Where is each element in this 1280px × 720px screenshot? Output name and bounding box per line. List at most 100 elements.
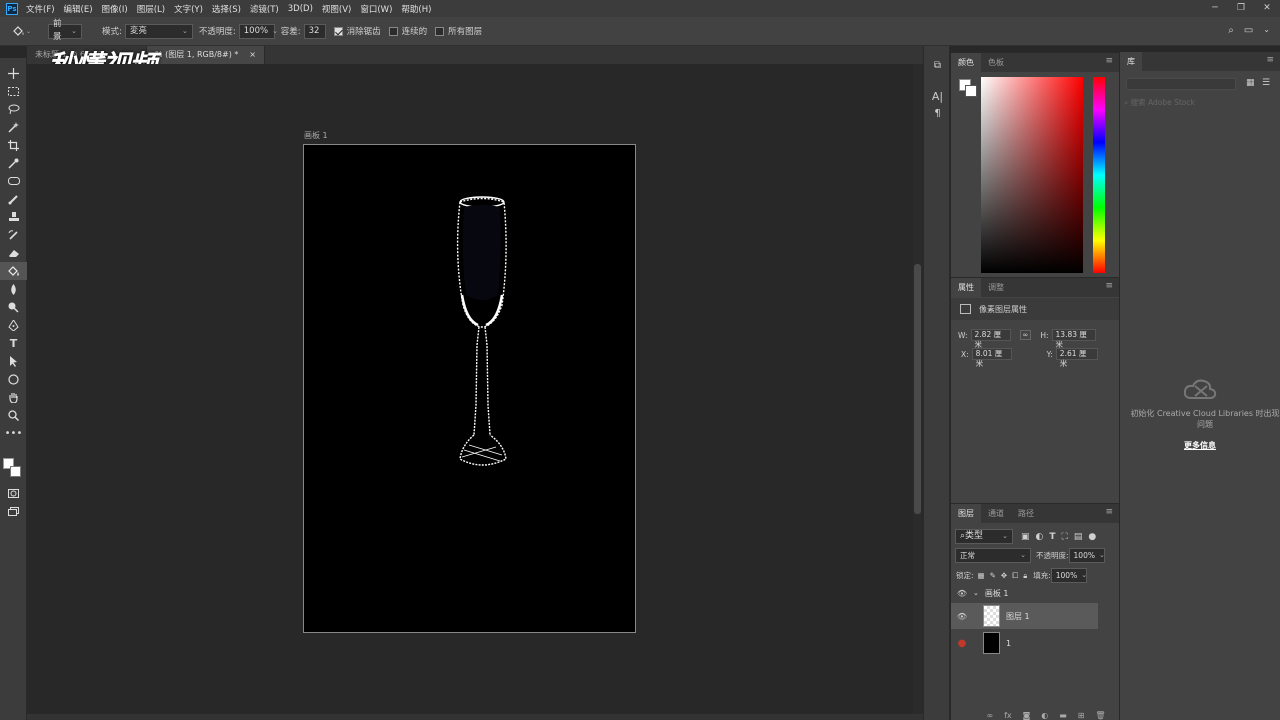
menu-3d[interactable]: 3D(D): [288, 4, 313, 14]
crop-tool-icon[interactable]: [0, 136, 27, 154]
menu-layer[interactable]: 图层(L): [137, 3, 165, 15]
tab-layers[interactable]: 图层: [951, 504, 981, 523]
chevron-down-icon[interactable]: ⌄: [1263, 25, 1270, 36]
screen-mode-icon[interactable]: [0, 502, 27, 520]
layer-row-selected[interactable]: 👁︎ 图层 1: [951, 603, 1108, 629]
lasso-tool-icon[interactable]: [0, 100, 27, 118]
menu-select[interactable]: 选择(S): [212, 3, 241, 15]
move-tool-icon[interactable]: [0, 64, 27, 82]
layer-filter-select[interactable]: ⌕类型 ⌄: [955, 529, 1013, 544]
layer-opacity-input[interactable]: 100% ⌄: [1068, 548, 1105, 563]
lock-position-icon[interactable]: ✥: [1001, 571, 1007, 580]
tab-libraries[interactable]: 库: [1120, 52, 1142, 71]
lock-pixels-icon[interactable]: ✎: [990, 571, 996, 580]
y-input[interactable]: 2.61 厘米: [1055, 348, 1098, 368]
lock-all-icon[interactable]: 🔒︎: [1023, 571, 1027, 581]
tab-color[interactable]: 颜色: [951, 53, 981, 72]
pen-tool-icon[interactable]: [0, 316, 27, 334]
eye-icon-active[interactable]: ●: [955, 638, 969, 649]
layer-row-artboard[interactable]: 👁︎ ⌄ 画板 1: [951, 583, 1108, 603]
tab-swatches[interactable]: 色板: [981, 53, 1011, 72]
paint-bucket-tool-icon[interactable]: [0, 262, 27, 280]
tab-adjustments[interactable]: 调整: [981, 278, 1011, 297]
height-input[interactable]: 13.83 厘米: [1051, 329, 1096, 349]
list-view-icon[interactable]: ☰: [1262, 78, 1270, 88]
panel-menu-icon[interactable]: ≡: [1105, 281, 1113, 291]
fx-icon[interactable]: fx: [1004, 711, 1012, 720]
hue-slider[interactable]: [1093, 77, 1105, 273]
fill-source-select[interactable]: 前景 ⌄: [48, 19, 82, 42]
close-tab-icon[interactable]: ×: [249, 46, 256, 64]
panel-menu-icon[interactable]: ≡: [1105, 507, 1113, 517]
zoom-tool-icon[interactable]: [0, 406, 27, 424]
link-icon[interactable]: ∞: [1019, 330, 1032, 340]
menu-window[interactable]: 窗口(W): [360, 3, 392, 15]
width-input[interactable]: 2.82 厘米: [970, 329, 1011, 349]
all-layers-checkbox[interactable]: [435, 26, 445, 36]
close-button[interactable]: ✕: [1254, 0, 1280, 17]
paragraph-panel-icon[interactable]: ¶: [924, 108, 951, 119]
dodge-tool-icon[interactable]: [0, 298, 27, 316]
eye-icon[interactable]: 👁︎: [955, 612, 969, 621]
tab-properties[interactable]: 属性: [951, 278, 981, 297]
lock-transparent-icon[interactable]: ▦: [978, 571, 985, 580]
eye-icon[interactable]: 👁︎: [955, 589, 969, 598]
clone-stamp-tool-icon[interactable]: [0, 208, 27, 226]
magic-wand-tool-icon[interactable]: [0, 118, 27, 136]
chevron-down-icon[interactable]: ⌄: [973, 589, 979, 597]
link-layers-icon[interactable]: ∞: [986, 711, 993, 720]
fill-input[interactable]: 100% ⌄: [1050, 568, 1087, 583]
grid-view-icon[interactable]: ▦: [1246, 78, 1255, 88]
adjustment-layer-icon[interactable]: ◐: [1041, 711, 1048, 720]
filter-type-icon[interactable]: T: [1049, 532, 1055, 542]
color-field[interactable]: [981, 77, 1083, 273]
filter-toggle-icon[interactable]: ●: [1088, 532, 1096, 542]
tolerance-input[interactable]: 32: [303, 23, 326, 39]
ellipse-tool-icon[interactable]: [0, 370, 27, 388]
more-tools-icon[interactable]: •••: [0, 424, 27, 442]
brush-tool-icon[interactable]: [0, 190, 27, 208]
panel-menu-icon[interactable]: ≡: [1266, 55, 1274, 65]
library-select[interactable]: [1126, 78, 1236, 90]
lock-artboard-icon[interactable]: ⧠: [1012, 571, 1018, 581]
document-tab-active[interactable]: % (图层 1, RGB/8#) * ×: [147, 46, 265, 64]
menu-image[interactable]: 图像(I): [102, 3, 128, 15]
quick-mask-icon[interactable]: [0, 484, 27, 502]
menu-help[interactable]: 帮助(H): [401, 3, 431, 15]
filter-adjustment-icon[interactable]: ◐: [1036, 532, 1044, 542]
blur-tool-icon[interactable]: [0, 280, 27, 298]
tab-paths[interactable]: 路径: [1011, 504, 1041, 523]
add-mask-icon[interactable]: ◙: [1023, 711, 1031, 720]
menu-edit[interactable]: 编辑(E): [64, 3, 93, 15]
marquee-tool-icon[interactable]: [0, 82, 27, 100]
background-color-swatch[interactable]: [965, 85, 977, 97]
minimize-button[interactable]: ─: [1202, 0, 1228, 17]
more-info-link[interactable]: 更多信息: [1120, 440, 1280, 451]
type-tool-icon[interactable]: T: [0, 334, 27, 352]
path-selection-tool-icon[interactable]: [0, 352, 27, 370]
filter-smart-object-icon[interactable]: ▤: [1074, 532, 1083, 542]
blend-mode-select[interactable]: 正常 ⌄: [955, 548, 1031, 563]
artboard[interactable]: [303, 144, 636, 633]
tab-channels[interactable]: 通道: [981, 504, 1011, 523]
menu-file[interactable]: 文件(F): [26, 3, 55, 15]
eraser-tool-icon[interactable]: [0, 244, 27, 262]
library-search-input[interactable]: ⌕ 搜索 Adobe Stock: [1124, 97, 1274, 108]
search-icon[interactable]: ⌕: [1228, 25, 1234, 36]
trash-icon[interactable]: 🗑︎: [1095, 711, 1105, 720]
eyedropper-tool-icon[interactable]: [0, 154, 27, 172]
filter-shape-icon[interactable]: ⛶: [1062, 532, 1068, 542]
contiguous-checkbox[interactable]: [388, 26, 398, 36]
color-swatches[interactable]: [3, 458, 23, 480]
menu-view[interactable]: 视图(V): [322, 3, 351, 15]
workspace-icon[interactable]: ▭: [1244, 25, 1253, 36]
anti-alias-checkbox[interactable]: [333, 26, 343, 36]
healing-brush-tool-icon[interactable]: [0, 172, 27, 190]
hand-tool-icon[interactable]: [0, 388, 27, 406]
menu-type[interactable]: 文字(Y): [174, 3, 203, 15]
menu-filter[interactable]: 滤镜(T): [250, 3, 279, 15]
history-panel-icon[interactable]: ⧉: [924, 60, 951, 71]
scrollbar-thumb[interactable]: [914, 264, 921, 514]
character-panel-icon[interactable]: A|: [924, 90, 951, 103]
panel-menu-icon[interactable]: ≡: [1105, 56, 1113, 66]
